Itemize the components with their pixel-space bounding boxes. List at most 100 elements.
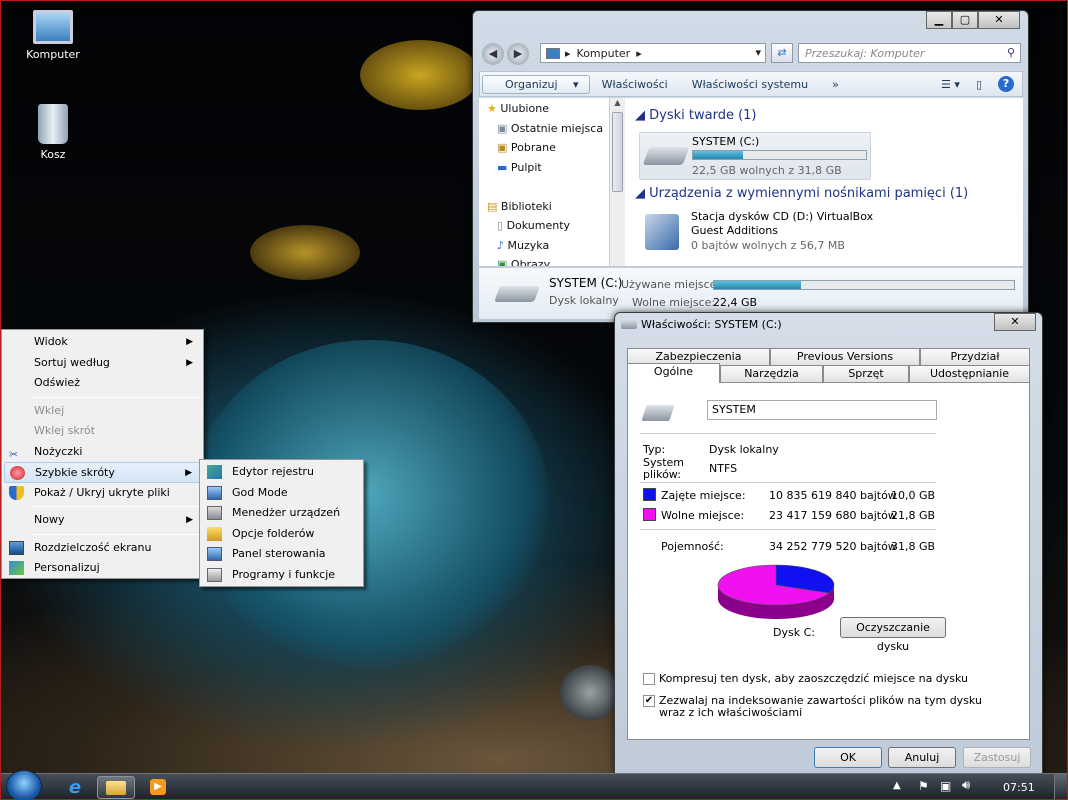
menu-item-paste[interactable]: Wklej: [4, 401, 201, 422]
tab-previous-versions[interactable]: Previous Versions: [770, 348, 920, 365]
star-icon: ★: [487, 102, 497, 115]
menu-item-toggle-hidden-files[interactable]: Pokaż / Ukryj ukryte pliki: [4, 483, 201, 504]
maximize-button[interactable]: ▢: [952, 11, 978, 29]
refresh-button[interactable]: ⇄: [771, 43, 793, 63]
navigation-pane: ★ Ulubione ▣ Ostatnie miejsca ▣ Pobrane …: [479, 98, 609, 266]
menu-separator: [32, 506, 199, 507]
menu-item-refresh[interactable]: Odśwież: [4, 373, 201, 394]
properties-dialog: Właściwości: SYSTEM (C:) ✕ Zabezpieczeni…: [614, 312, 1043, 774]
ok-button[interactable]: OK: [814, 747, 882, 768]
scroll-thumb[interactable]: [612, 112, 623, 192]
tab-general[interactable]: Ogólne: [627, 363, 720, 383]
nav-pictures[interactable]: ▣ Obrazy: [479, 255, 609, 266]
address-dropdown-button[interactable]: ▾: [755, 46, 761, 59]
scroll-up-arrow[interactable]: ▲: [610, 98, 625, 107]
close-button[interactable]: ✕: [978, 11, 1020, 29]
submenu-item-god-mode[interactable]: God Mode: [202, 483, 361, 504]
menu-item-sort-by[interactable]: Sortuj według ▶: [4, 353, 201, 374]
index-checkbox[interactable]: ✔: [643, 695, 655, 707]
more-commands-button[interactable]: »: [820, 78, 851, 91]
submenu-item-folder-options[interactable]: Opcje folderów: [202, 524, 361, 545]
filesystem-value: NTFS: [709, 462, 738, 475]
tab-hardware[interactable]: Sprzęt: [823, 365, 909, 382]
start-button[interactable]: [6, 770, 42, 800]
minimize-button[interactable]: ▁: [926, 11, 952, 29]
menu-label: God Mode: [232, 485, 288, 499]
menu-item-view[interactable]: Widok ▶: [4, 332, 201, 353]
menu-item-snipping-tool[interactable]: ✂ Nożyczki: [4, 442, 201, 463]
menu-item-screen-resolution[interactable]: Rozdzielczość ekranu: [4, 538, 201, 559]
breadcrumb-computer[interactable]: Komputer: [577, 47, 631, 60]
view-options-icon[interactable]: ☰ ▾: [933, 78, 968, 91]
content-pane: ◢ Dyski twarde (1) SYSTEM (C:) 22,5 GB w…: [625, 98, 1023, 266]
drive-usage-bar: [692, 150, 867, 160]
drive-c-item[interactable]: SYSTEM (C:) 22,5 GB wolnych z 31,8 GB: [639, 132, 871, 180]
menu-item-paste-shortcut[interactable]: Wklej skrót: [4, 421, 201, 442]
taskbar-explorer[interactable]: [97, 776, 135, 799]
menu-item-new[interactable]: Nowy ▶: [4, 510, 201, 531]
menu-item-quick-shortcuts[interactable]: Szybkie skróty ▶: [4, 462, 201, 483]
nav-favorites[interactable]: ★ Ulubione: [479, 99, 609, 119]
submenu-item-device-manager[interactable]: Menedżer urządzeń: [202, 503, 361, 524]
tab-tools[interactable]: Narzędzia: [720, 365, 823, 382]
menu-separator: [32, 533, 199, 535]
submenu-arrow-icon: ▶: [186, 515, 193, 525]
breadcrumb-separator: ▸: [565, 46, 571, 60]
compress-label: Kompresuj ten dysk, aby zaoszczędzić mie…: [659, 672, 969, 685]
desktop-icon-computer[interactable]: Komputer: [18, 10, 88, 61]
search-input[interactable]: Przeszukaj: Komputer ⚲: [798, 43, 1021, 63]
breadcrumb-separator: ▸: [636, 46, 642, 60]
compress-checkbox[interactable]: [643, 673, 655, 685]
menu-label: Pokaż / Ukryj ukryte pliki: [34, 485, 170, 499]
show-desktop-button[interactable]: [1054, 774, 1068, 800]
taskbar-media-player[interactable]: ▶: [139, 776, 177, 799]
libraries-icon: ▤: [487, 199, 498, 213]
menu-separator: [32, 396, 199, 398]
system-properties-button[interactable]: Właściwości systemu: [680, 78, 820, 91]
volume-name-field[interactable]: SYSTEM: [707, 400, 937, 420]
apply-button[interactable]: Zastosuj: [963, 747, 1031, 768]
cancel-button[interactable]: Anuluj: [888, 747, 956, 768]
tab-sharing[interactable]: Udostępnianie: [909, 365, 1030, 382]
disk-cleanup-button[interactable]: Oczyszczanie dysku: [840, 617, 946, 653]
group-header-hard-drives[interactable]: ◢ Dyski twarde (1): [625, 106, 1023, 126]
submenu-item-registry-editor[interactable]: Edytor rejestru: [202, 462, 361, 483]
clock[interactable]: 07:51: [1003, 781, 1035, 794]
nav-recent-places[interactable]: ▣ Ostatnie miejsca: [479, 119, 609, 139]
forward-button[interactable]: ▶: [507, 43, 529, 65]
nav-music[interactable]: ♪ Muzyka: [479, 236, 609, 256]
organize-button[interactable]: Organizuj ▾: [482, 74, 590, 94]
nav-libraries[interactable]: ▤ Biblioteki: [479, 197, 609, 217]
capacity-gb: 31,8 GB: [891, 540, 936, 553]
submenu-item-programs-features[interactable]: Programy i funkcje: [202, 565, 361, 586]
used-space-gb: 10,0 GB: [891, 489, 936, 502]
preview-pane-icon[interactable]: ▯: [968, 78, 990, 91]
desktop-icon-recycle-bin[interactable]: Kosz: [18, 104, 88, 161]
folder-icon: [106, 781, 126, 795]
menu-label: Wklej skrót: [34, 424, 96, 437]
taskbar-internet-explorer[interactable]: e: [56, 776, 94, 799]
drive-d-item[interactable]: Stacja dysków CD (D:) VirtualBox Guest A…: [639, 208, 879, 260]
nav-downloads[interactable]: ▣ Pobrane: [479, 138, 609, 158]
menu-label: Nowy: [34, 513, 65, 526]
help-icon[interactable]: ?: [990, 76, 1022, 92]
tray-network-icon[interactable]: ▣: [940, 779, 951, 793]
nav-documents[interactable]: ▯ Dokumenty: [479, 216, 609, 236]
group-header-removable[interactable]: ◢ Urządzenia z wymiennymi nośnikami pami…: [625, 184, 968, 204]
menu-item-personalize[interactable]: Personalizuj: [4, 558, 201, 579]
tray-flag-icon[interactable]: ⚑: [918, 779, 929, 793]
address-bar[interactable]: ▸ Komputer ▸ ▾: [540, 43, 766, 63]
properties-button[interactable]: Właściwości: [590, 78, 680, 91]
nav-label: Pobrane: [510, 141, 556, 154]
submenu-item-control-panel[interactable]: Panel sterowania: [202, 544, 361, 565]
nav-desktop[interactable]: ▬ Pulpit: [479, 158, 609, 178]
tray-overflow-icon[interactable]: ▲: [893, 780, 901, 791]
quick-shortcuts-icon: [10, 466, 25, 480]
nav-label: Ulubione: [500, 102, 549, 115]
dialog-close-button[interactable]: ✕: [994, 313, 1036, 331]
tab-quota[interactable]: Przydział: [920, 348, 1030, 365]
nav-scrollbar[interactable]: ▲: [609, 98, 625, 266]
back-button[interactable]: ◀: [482, 43, 504, 65]
tray-volume-icon[interactable]: 🔊︎: [962, 778, 970, 793]
wallpaper-snail: [560, 665, 620, 720]
